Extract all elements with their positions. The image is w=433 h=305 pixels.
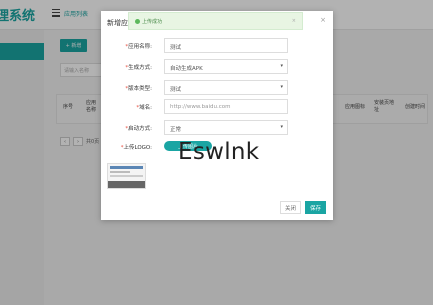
chevron-down-icon: ▾ [280, 63, 283, 69]
logo-label: *上传LOGO: [120, 145, 152, 151]
logo-preview-image [107, 163, 146, 189]
version-type-label: *版本类型: [125, 86, 152, 92]
version-type-select[interactable]: 测试 ▾ [164, 80, 288, 95]
success-icon [135, 18, 140, 24]
toast-close-icon[interactable]: × [292, 18, 296, 24]
gen-method-label: *生成方式: [125, 65, 152, 71]
status-label: *启动方式: [125, 126, 152, 132]
close-icon[interactable]: × [320, 16, 326, 24]
watermark-text: Eswlnk [178, 139, 260, 165]
cancel-button[interactable]: 关闭 [280, 201, 301, 214]
save-button[interactable]: 保存 [305, 201, 326, 214]
app-name-input[interactable]: 测试 [164, 38, 288, 53]
status-select[interactable]: 正常 ▾ [164, 120, 288, 135]
gen-method-select[interactable]: 自动生成APK ▾ [164, 59, 288, 74]
chevron-down-icon: ▾ [280, 84, 283, 90]
chevron-down-icon: ▾ [280, 124, 283, 130]
success-toast: 上传成功 × [128, 12, 303, 30]
app-name-label: *应用名称: [125, 44, 152, 50]
domain-label: *域名: [136, 105, 152, 111]
domain-input[interactable]: http://www.baidu.com [164, 99, 288, 114]
toast-text: 上传成功 [142, 18, 163, 25]
